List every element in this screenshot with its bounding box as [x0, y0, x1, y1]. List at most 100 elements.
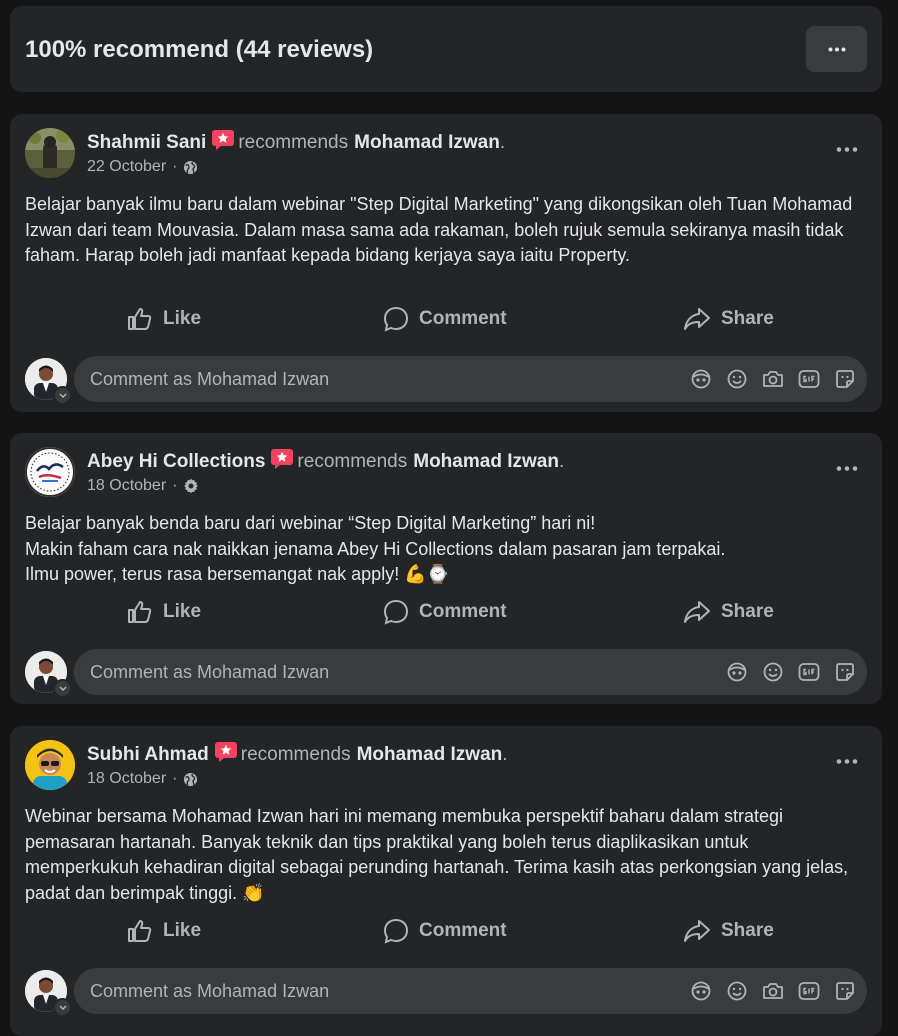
globe-icon	[184, 772, 198, 786]
comment-icon	[383, 599, 409, 625]
more-icon	[836, 758, 858, 764]
recommend-star-icon	[212, 130, 235, 156]
sticker-icon[interactable]	[833, 660, 857, 684]
recommended-page-name[interactable]: Mohamad Izwan	[413, 451, 559, 473]
like-button[interactable]: Like	[127, 594, 201, 630]
camera-icon[interactable]	[761, 367, 785, 391]
comment-input[interactable]: Comment as Mohamad Izwan	[74, 968, 867, 1014]
comment-label: Comment	[419, 601, 507, 622]
post-text-line: Belajar banyak ilmu baru dalam webinar "…	[25, 194, 853, 265]
post-text: Belajar banyak benda baru dari webinar “…	[25, 511, 855, 588]
comment-button[interactable]: Comment	[383, 301, 507, 337]
post-text-line: Makin faham cara nak naikkan jenama Abey…	[25, 538, 726, 559]
review-post: Abey Hi Collections recommends Mohamad I…	[10, 433, 882, 704]
comment-button[interactable]: Comment	[383, 594, 507, 630]
sentence-period: .	[558, 451, 565, 472]
post-text-line: Webinar bersama Mohamad Izwan hari ini m…	[25, 806, 849, 903]
meta-separator: ·	[172, 477, 178, 494]
recommends-label: recommends	[238, 132, 349, 153]
comment-button[interactable]: Comment	[383, 913, 507, 949]
comment-composer: Comment as Mohamad Izwan	[10, 649, 882, 698]
emoji-icon[interactable]	[725, 979, 749, 1003]
gif-icon[interactable]	[797, 660, 821, 684]
post-text: Webinar bersama Mohamad Izwan hari ini m…	[25, 804, 855, 906]
avatar-sticker-icon[interactable]	[725, 660, 749, 684]
share-button[interactable]: Share	[683, 301, 774, 337]
post-actions: Like Comment Share	[10, 594, 882, 630]
account-switcher-chevron-icon[interactable]	[53, 386, 72, 405]
share-button[interactable]: Share	[683, 913, 774, 949]
more-options-button[interactable]	[806, 26, 867, 72]
share-label: Share	[721, 920, 774, 941]
like-label: Like	[163, 601, 202, 622]
post-text-line: Belajar banyak benda baru dari webinar “…	[25, 513, 596, 533]
gif-icon[interactable]	[797, 979, 821, 1003]
share-button[interactable]: Share	[683, 594, 774, 630]
review-post: Shahmii Sani recommends Mohamad Izwan. 2…	[10, 114, 882, 412]
like-label: Like	[163, 308, 202, 329]
comment-composer: Comment as Mohamad Izwan	[10, 356, 882, 405]
post-date[interactable]: 18 October	[87, 477, 166, 495]
like-button[interactable]: Like	[127, 913, 201, 949]
comment-tools	[689, 367, 857, 391]
thumbs-up-icon	[128, 920, 152, 942]
meta-separator: ·	[172, 770, 178, 787]
author-line: Abey Hi Collections recommends Mohamad I…	[87, 449, 564, 475]
post-date[interactable]: 22 October	[87, 158, 166, 176]
author-avatar[interactable]	[25, 128, 75, 178]
avatar-sticker-icon[interactable]	[689, 979, 713, 1003]
author-line: Subhi Ahmad recommends Mohamad Izwan.	[87, 742, 508, 768]
thumbs-up-icon	[128, 601, 152, 623]
sticker-icon[interactable]	[833, 367, 857, 391]
post-meta: 22 October ·	[87, 158, 198, 176]
gif-icon[interactable]	[797, 367, 821, 391]
camera-icon[interactable]	[761, 979, 785, 1003]
post-meta: 18 October ·	[87, 477, 199, 495]
emoji-icon[interactable]	[725, 367, 749, 391]
recommended-page-name[interactable]: Mohamad Izwan	[354, 132, 500, 154]
post-actions: Like Comment Share	[10, 301, 882, 337]
post-date[interactable]: 18 October	[87, 770, 166, 788]
author-name[interactable]: Abey Hi Collections	[87, 451, 265, 473]
avatar-sticker-icon[interactable]	[689, 367, 713, 391]
post-options-button[interactable]	[834, 140, 860, 158]
more-icon	[828, 47, 845, 51]
like-button[interactable]: Like	[127, 301, 201, 337]
gear-icon	[184, 478, 199, 494]
recommended-page-name[interactable]: Mohamad Izwan	[357, 744, 503, 766]
author-name[interactable]: Subhi Ahmad	[87, 744, 209, 766]
comment-input[interactable]: Comment as Mohamad Izwan	[74, 649, 867, 695]
sticker-icon[interactable]	[833, 979, 857, 1003]
post-meta: 18 October ·	[87, 770, 198, 788]
account-switcher-chevron-icon[interactable]	[53, 998, 72, 1017]
comment-tools	[725, 660, 857, 684]
author-name[interactable]: Shahmii Sani	[87, 132, 206, 154]
account-switcher-chevron-icon[interactable]	[53, 679, 72, 698]
comment-icon	[383, 306, 409, 332]
share-icon	[684, 601, 710, 623]
comment-label: Comment	[419, 920, 507, 941]
author-avatar[interactable]	[25, 740, 75, 790]
comment-input[interactable]: Comment as Mohamad Izwan	[74, 356, 867, 402]
more-icon	[836, 146, 858, 152]
comment-composer: Comment as Mohamad Izwan	[10, 968, 882, 1017]
share-icon	[684, 920, 710, 942]
recommend-star-icon	[214, 742, 237, 768]
share-label: Share	[721, 601, 774, 622]
share-icon	[684, 308, 710, 330]
comment-tools	[689, 979, 857, 1003]
author-line: Shahmii Sani recommends Mohamad Izwan.	[87, 130, 505, 156]
post-text: Belajar banyak ilmu baru dalam webinar "…	[25, 192, 855, 269]
post-options-button[interactable]	[834, 459, 860, 477]
comment-label: Comment	[419, 308, 507, 329]
share-label: Share	[721, 308, 774, 329]
globe-icon	[184, 160, 198, 174]
emoji-icon[interactable]	[761, 660, 785, 684]
author-avatar[interactable]	[25, 447, 75, 497]
more-icon	[836, 465, 858, 471]
thumbs-up-icon	[128, 308, 152, 330]
sentence-period: .	[502, 744, 508, 765]
post-text-line: Ilmu power, terus rasa bersemangat nak a…	[25, 564, 450, 584]
review-post: Subhi Ahmad recommends Mohamad Izwan. 18…	[10, 726, 882, 1036]
post-options-button[interactable]	[834, 752, 860, 770]
